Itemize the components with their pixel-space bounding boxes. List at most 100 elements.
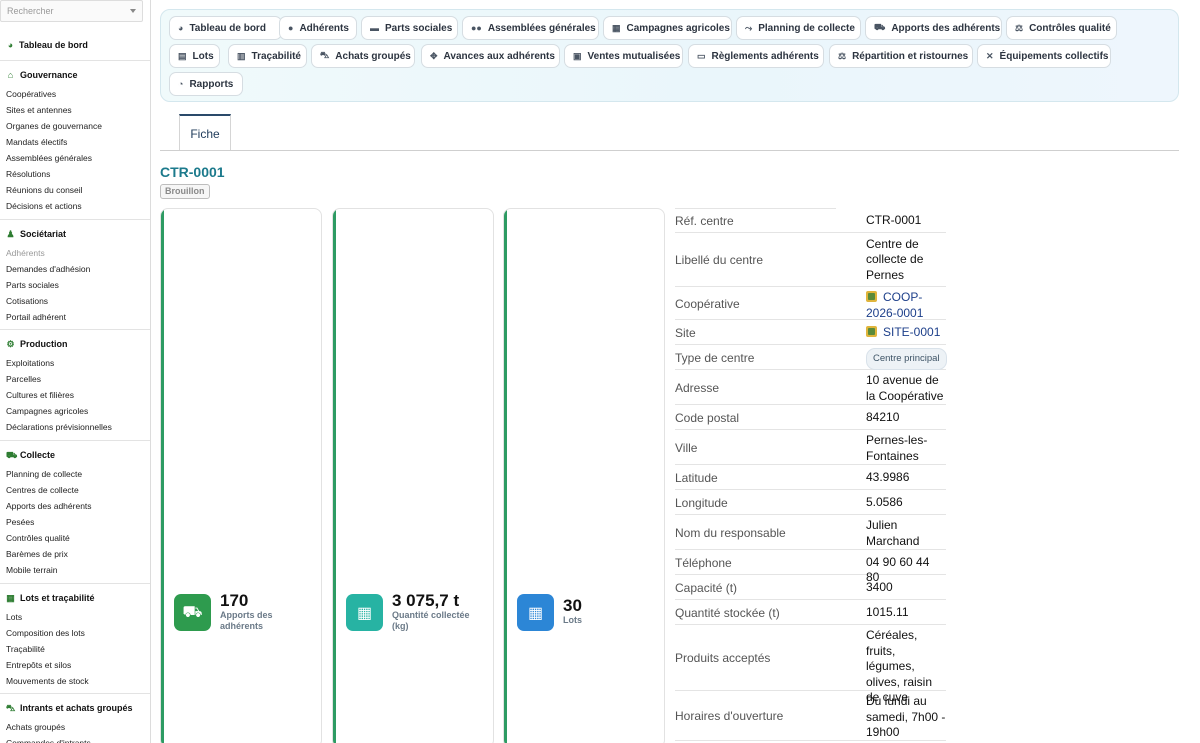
- chart-pie-icon: ◔: [178, 79, 184, 89]
- sidebar-item[interactable]: Parcelles: [6, 374, 41, 384]
- tab-fiche[interactable]: Fiche: [179, 114, 231, 151]
- detail-row: Capacité (t) 3400: [675, 575, 946, 600]
- sidebar-item[interactable]: Portail adhérent: [6, 312, 66, 322]
- handshake-icon: ✥: [430, 50, 438, 61]
- toolbar-button[interactable]: ⚖ Répartition et ristournes: [829, 44, 973, 68]
- sidebar-item[interactable]: Assemblées générales: [6, 153, 92, 163]
- sidebar-section-header[interactable]: ⚙ Production: [6, 339, 68, 349]
- detail-key: Nom du responsable: [675, 525, 786, 540]
- sidebar-section-header[interactable]: ⌂ Gouvernance: [6, 70, 78, 80]
- sidebar-item[interactable]: Décisions et actions: [6, 201, 82, 211]
- detail-value[interactable]: SITE-0001: [866, 325, 946, 341]
- sidebar-item[interactable]: Contrôles qualité: [6, 533, 70, 543]
- toolbar-button[interactable]: ▭ Règlements adhérents: [688, 44, 824, 68]
- detail-row: Ville Pernes-les-Fontaines: [675, 430, 946, 465]
- chevron-down-icon[interactable]: [130, 9, 136, 13]
- kpi-card[interactable]: ▦ 30 Lots: [503, 208, 665, 743]
- detail-row: Téléphone 04 90 60 44 80: [675, 550, 946, 584]
- sidebar-item[interactable]: Cotisations: [6, 296, 48, 306]
- ticket-icon: ▬: [370, 23, 379, 33]
- bank-icon: ⌂: [7, 69, 14, 80]
- detail-key: Ville: [675, 440, 698, 455]
- sidebar-item[interactable]: Commandes d'intrants: [6, 738, 91, 743]
- detail-key: Code postal: [675, 410, 740, 425]
- toolbar-button-label: Lots: [192, 50, 214, 62]
- sidebar-item[interactable]: Mandats électifs: [6, 137, 67, 147]
- detail-row: Produits acceptés Céréales, fruits, légum…: [675, 625, 946, 704]
- toolbar-button[interactable]: ⛟ Apports des adhérents: [865, 16, 1002, 40]
- sidebar-item[interactable]: Pesées: [6, 517, 34, 527]
- card-accent: [333, 209, 336, 743]
- sidebar-item[interactable]: Composition des lots: [6, 628, 85, 638]
- record-link[interactable]: SITE-0001: [883, 325, 940, 339]
- detail-key: Réf. centre: [675, 214, 734, 228]
- sidebar-item[interactable]: Coopératives: [6, 89, 56, 99]
- sidebar-item[interactable]: Mobile terrain: [6, 565, 58, 575]
- coop-icon: [866, 325, 877, 337]
- sidebar-item[interactable]: Exploitations: [6, 358, 54, 368]
- sidebar-item[interactable]: Planning de collecte: [6, 469, 82, 479]
- detail-row: Code postal 84210: [675, 405, 946, 430]
- sidebar-section-title: Lots et traçabilité: [20, 593, 95, 603]
- toolbar-button[interactable]: ▥ Traçabilité: [228, 44, 307, 68]
- toolbar-button-label: Tableau de bord: [189, 22, 266, 34]
- sidebar-item[interactable]: Adhérents: [6, 248, 45, 258]
- toolbar-button[interactable]: ◔ Rapports: [169, 72, 243, 96]
- sidebar-item[interactable]: Demandes d'adhésion: [6, 264, 90, 274]
- detail-value: 84210: [866, 409, 900, 424]
- detail-row: Nom du responsable Julien Marchand: [675, 515, 946, 550]
- toolbar-button-label: Adhérents: [299, 22, 349, 34]
- sidebar-section-header[interactable]: ⛍ Intrants et achats groupés: [6, 703, 133, 713]
- sidebar-item[interactable]: Lots: [6, 612, 22, 622]
- sidebar-item[interactable]: Parts sociales: [6, 280, 59, 290]
- toolbar-button[interactable]: ●● Assemblées générales: [462, 16, 599, 40]
- toolbar-button[interactable]: ● Adhérents: [279, 16, 357, 40]
- toolbar-button[interactable]: ▬ Parts sociales: [361, 16, 458, 40]
- cart-icon: ⛍: [320, 50, 330, 60]
- sidebar-section-header[interactable]: ♟ Sociétariat: [6, 229, 66, 239]
- sidebar-item[interactable]: Résolutions: [6, 169, 50, 179]
- detail-key: Horaires d'ouverture: [675, 709, 784, 723]
- sidebar-item[interactable]: Campagnes agricoles: [6, 406, 88, 416]
- toolbar-button[interactable]: ▦ Campagnes agricoles: [603, 16, 732, 40]
- sidebar-section-header[interactable]: ⛟ Collecte: [6, 450, 55, 460]
- sidebar-item[interactable]: Apports des adhérents: [6, 501, 92, 511]
- sidebar-item-dashboard[interactable]: ◕ Tableau de bord: [6, 40, 88, 50]
- toolbar-button-label: Équipements collectifs: [999, 50, 1109, 62]
- sidebar-section-title: Production: [20, 339, 68, 349]
- toolbar-button[interactable]: ✥ Avances aux adhérents: [421, 44, 560, 68]
- member-icon: ♟: [6, 228, 15, 239]
- detail-key: Produits acceptés: [675, 651, 771, 665]
- toolbar-button[interactable]: ▤ Lots: [169, 44, 220, 68]
- detail-key: Libellé du centre: [675, 253, 764, 267]
- toolbar-button[interactable]: ▣ Ventes mutualisées: [564, 44, 683, 68]
- sidebar-section-header[interactable]: ▦ Lots et traçabilité: [6, 593, 95, 603]
- sidebar-item[interactable]: Organes de gouvernance: [6, 121, 102, 131]
- sidebar-item[interactable]: Cultures et filières: [6, 390, 74, 400]
- detail-row: Longitude 5.0586: [675, 490, 946, 515]
- scale-icon: ⚖: [1015, 22, 1024, 33]
- kpi-card[interactable]: ⛟ 170 Apports des adhérents: [160, 208, 322, 743]
- detail-row: Coopérative COOP-2026-0001: [675, 287, 946, 320]
- sidebar-item[interactable]: Centres de collecte: [6, 485, 79, 495]
- sidebar-item[interactable]: Déclarations prévisionnelles: [6, 422, 112, 432]
- kpi-label: Lots: [563, 615, 582, 625]
- toolbar-button[interactable]: ✕ Équipements collectifs: [977, 44, 1111, 68]
- detail-value: Julien Marchand: [866, 518, 920, 548]
- sidebar-item[interactable]: Sites et antennes: [6, 105, 72, 115]
- detail-value: Du lundi au samedi, 7h00 - 19h00: [866, 694, 946, 739]
- toolbar-button-label: Répartition et ristournes: [852, 50, 969, 62]
- toolbar-button[interactable]: ⛍ Achats groupés: [311, 44, 415, 68]
- sidebar-item[interactable]: Barèmes de prix: [6, 549, 68, 559]
- toolbar-button[interactable]: ◕ Tableau de bord: [169, 16, 282, 40]
- sidebar-item[interactable]: Traçabilité: [6, 644, 45, 654]
- sidebar-item[interactable]: Achats groupés: [6, 722, 65, 732]
- sidebar-item[interactable]: Réunions du conseil: [6, 185, 83, 195]
- search-select[interactable]: Rechercher: [0, 0, 143, 22]
- kpi-card[interactable]: ▦ 3 075,7 t Quantité collectée (kg): [332, 208, 494, 743]
- detail-value[interactable]: COOP-2026-0001: [866, 290, 946, 321]
- sidebar-item[interactable]: Mouvements de stock: [6, 676, 89, 686]
- toolbar-button[interactable]: ⚖ Contrôles qualité: [1006, 16, 1117, 40]
- sidebar-item[interactable]: Entrepôts et silos: [6, 660, 71, 670]
- toolbar-button[interactable]: ⤳ Planning de collecte: [736, 16, 861, 40]
